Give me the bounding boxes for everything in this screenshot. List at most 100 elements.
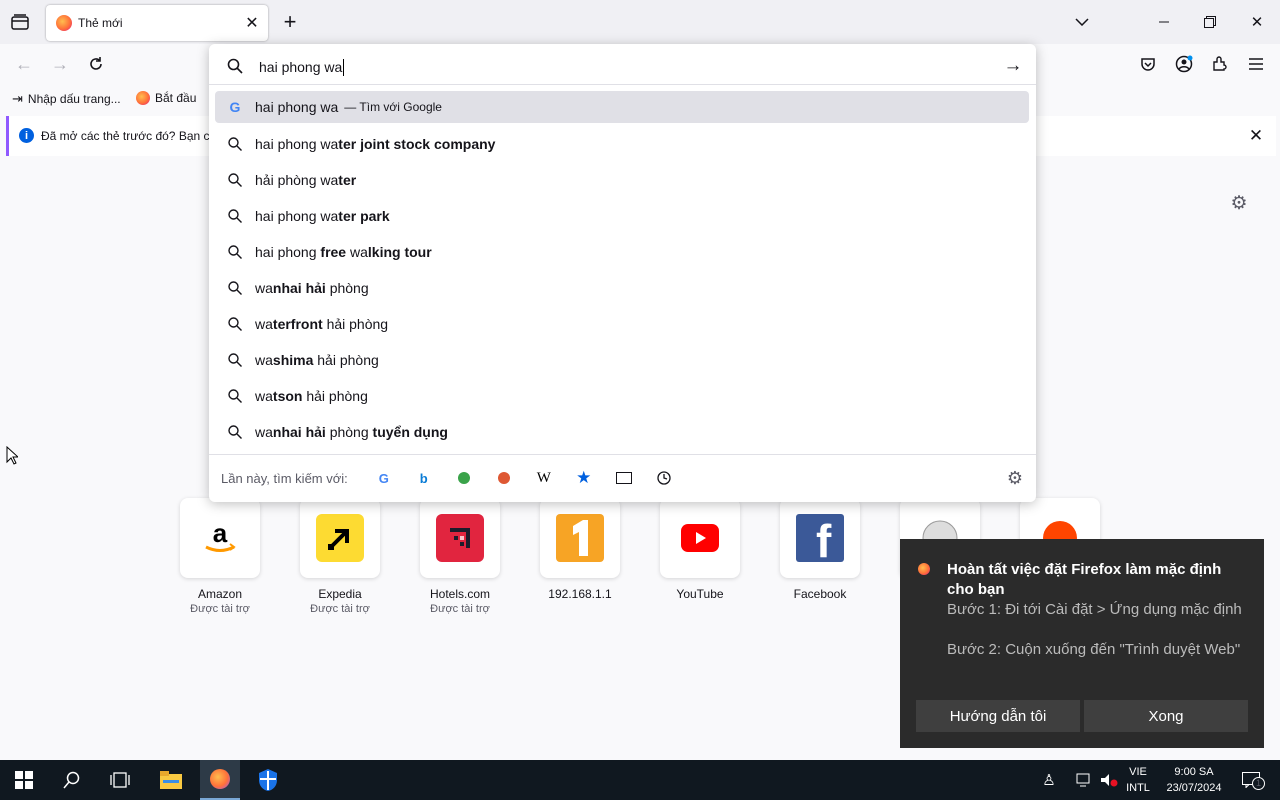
- history-clock-icon[interactable]: [644, 468, 684, 488]
- bing-engine-icon[interactable]: b: [404, 468, 444, 488]
- forward-arrow-icon[interactable]: →: [48, 52, 72, 76]
- sponsored-label: Được tài trợ: [430, 603, 490, 615]
- suggestion-item[interactable]: wa nhai hải phòng tuyển dụng: [215, 416, 1029, 448]
- search-icon: [215, 425, 255, 439]
- wikipedia-engine-icon[interactable]: W: [524, 468, 564, 488]
- top-site-amazon[interactable]: a Amazon Được tài trợ: [160, 498, 280, 618]
- search-icon[interactable]: [58, 768, 86, 792]
- suggestion-completion: free: [320, 244, 347, 260]
- suggestion-item[interactable]: hai phong wa ter park: [215, 200, 1029, 232]
- urlbar-value: hai phong wa: [259, 59, 343, 75]
- search-icon: [215, 353, 255, 367]
- language-code: VIE: [1129, 766, 1147, 778]
- close-infobar-icon[interactable]: ✕: [1245, 125, 1267, 147]
- pocket-icon[interactable]: [1136, 52, 1160, 76]
- top-site-label: YouTube: [676, 587, 724, 601]
- tab-strip: Thẻ mới ✕ + ✕: [0, 0, 1280, 44]
- windows-start-icon[interactable]: [12, 770, 36, 790]
- suggestion-text: hải phòng: [322, 316, 389, 332]
- suggestion-text: wa: [255, 388, 273, 404]
- clock-time: 9:00 SA: [1174, 766, 1214, 778]
- done-button[interactable]: Xong: [1084, 700, 1248, 732]
- sponsored-label: Được tài trợ: [310, 603, 370, 615]
- suggestion-text: hai phong: [255, 244, 321, 260]
- suggestion-completion: ter park: [338, 208, 390, 224]
- mouse-pointer-icon: [6, 445, 20, 470]
- keyboard-layout: INTL: [1126, 782, 1150, 794]
- suggestion-item[interactable]: wa terfront hải phòng: [215, 308, 1029, 340]
- go-arrow-icon[interactable]: →: [1001, 54, 1025, 78]
- task-view-icon[interactable]: [106, 768, 134, 792]
- suggestion-search-google[interactable]: G hai phong wa — Tìm với Google: [215, 91, 1029, 123]
- notification-count-badge: 1: [1252, 777, 1265, 790]
- tabs-icon[interactable]: [604, 468, 644, 488]
- extensions-icon[interactable]: [1208, 52, 1232, 76]
- top-site-expedia[interactable]: Expedia Được tài trợ: [280, 498, 400, 618]
- facebook-icon: f: [780, 498, 860, 578]
- reload-icon[interactable]: [84, 52, 108, 76]
- list-all-tabs-chevron-icon[interactable]: [1070, 10, 1094, 34]
- suggestion-item[interactable]: hai phong free wa lking tour: [215, 236, 1029, 268]
- top-site-youtube[interactable]: YouTube: [640, 498, 760, 618]
- menu-hamburger-icon[interactable]: [1244, 52, 1268, 76]
- search-icon: [215, 281, 255, 295]
- one-off-search-bar: Lần này, tìm kiếm với: G b W ★: [221, 466, 1021, 490]
- suggestion-text: phòng: [325, 424, 373, 440]
- top-site-label: 192.168.1.1: [548, 587, 612, 601]
- back-arrow-icon[interactable]: ←: [12, 52, 36, 76]
- action-center-icon[interactable]: 1: [1236, 768, 1266, 792]
- suggestion-completion: nhai hải: [272, 280, 326, 296]
- suggestion-item[interactable]: wa shima hải phòng: [215, 344, 1029, 376]
- volume-muted-icon[interactable]: [1098, 770, 1120, 790]
- windows-taskbar: ♙ VIE INTL 9:00 SA 23/07/2024 1: [0, 760, 1280, 800]
- search-settings-gear-icon[interactable]: ⚙: [1003, 466, 1027, 490]
- file-explorer-icon[interactable]: [156, 768, 186, 792]
- info-icon: i: [19, 128, 34, 143]
- suggestion-item[interactable]: hải phòng wa ter: [215, 164, 1029, 196]
- suggestion-item[interactable]: wa nhai hải phòng: [215, 272, 1029, 304]
- suggestion-completion: shima: [272, 352, 314, 368]
- windows-security-icon[interactable]: [254, 767, 282, 793]
- people-icon[interactable]: ♙: [1038, 770, 1060, 790]
- close-window-icon[interactable]: ✕: [1243, 10, 1271, 34]
- urlbar-input[interactable]: hai phong wa: [259, 56, 989, 78]
- bookmarks-star-icon[interactable]: ★: [564, 468, 604, 488]
- sponsored-label: Được tài trợ: [190, 603, 250, 615]
- google-engine-icon[interactable]: G: [364, 468, 404, 488]
- suggestion-item[interactable]: hai phong wa ter joint stock company: [215, 128, 1029, 160]
- suggestion-text: hải phòng: [302, 388, 368, 404]
- firefox-view-icon[interactable]: [8, 10, 32, 34]
- search-icon: [215, 245, 255, 259]
- account-icon[interactable]: [1172, 52, 1196, 76]
- input-language[interactable]: VIE INTL: [1120, 764, 1156, 796]
- tab-new-tab[interactable]: Thẻ mới ✕: [46, 5, 268, 41]
- top-site-label: Expedia: [318, 587, 362, 601]
- top-site-label: Facebook: [793, 587, 847, 601]
- suggestion-action: — Tìm với Google: [344, 100, 442, 114]
- top-site-hotels[interactable]: Hotels.com Được tài trợ: [400, 498, 520, 618]
- youtube-icon: [660, 498, 740, 578]
- top-site-label: Hotels.com: [429, 587, 491, 601]
- ecosia-engine-icon[interactable]: [444, 468, 484, 488]
- getting-started-label: Bắt đầu: [155, 91, 197, 105]
- import-bookmarks-item[interactable]: ⇥ Nhập dấu trang...: [12, 91, 121, 107]
- gear-icon[interactable]: ⚙: [1228, 192, 1250, 214]
- firefox-taskbar-button[interactable]: [200, 760, 240, 800]
- hotels-icon: [420, 498, 500, 578]
- restore-icon[interactable]: [1196, 10, 1224, 34]
- suggestion-text: hai phong wa: [255, 136, 339, 152]
- guide-me-button[interactable]: Hướng dẫn tôi: [916, 700, 1080, 732]
- google-icon: G: [229, 99, 241, 115]
- network-icon[interactable]: [1074, 770, 1096, 790]
- top-site-facebook[interactable]: f Facebook: [760, 498, 880, 618]
- minimize-icon[interactable]: [1150, 10, 1178, 34]
- top-site-router[interactable]: 192.168.1.1: [520, 498, 640, 618]
- clock[interactable]: 9:00 SA 23/07/2024: [1158, 764, 1230, 796]
- suggestion-item[interactable]: wa tson hải phòng: [215, 380, 1029, 412]
- search-icon: [215, 209, 255, 223]
- close-tab-icon[interactable]: ✕: [242, 13, 262, 33]
- getting-started-bookmark[interactable]: Bắt đầu: [136, 91, 196, 105]
- default-browser-notification: Hoàn tất việc đặt Firefox làm mặc định c…: [900, 539, 1264, 748]
- duckduckgo-engine-icon[interactable]: [484, 468, 524, 488]
- new-tab-plus-icon[interactable]: +: [278, 9, 302, 34]
